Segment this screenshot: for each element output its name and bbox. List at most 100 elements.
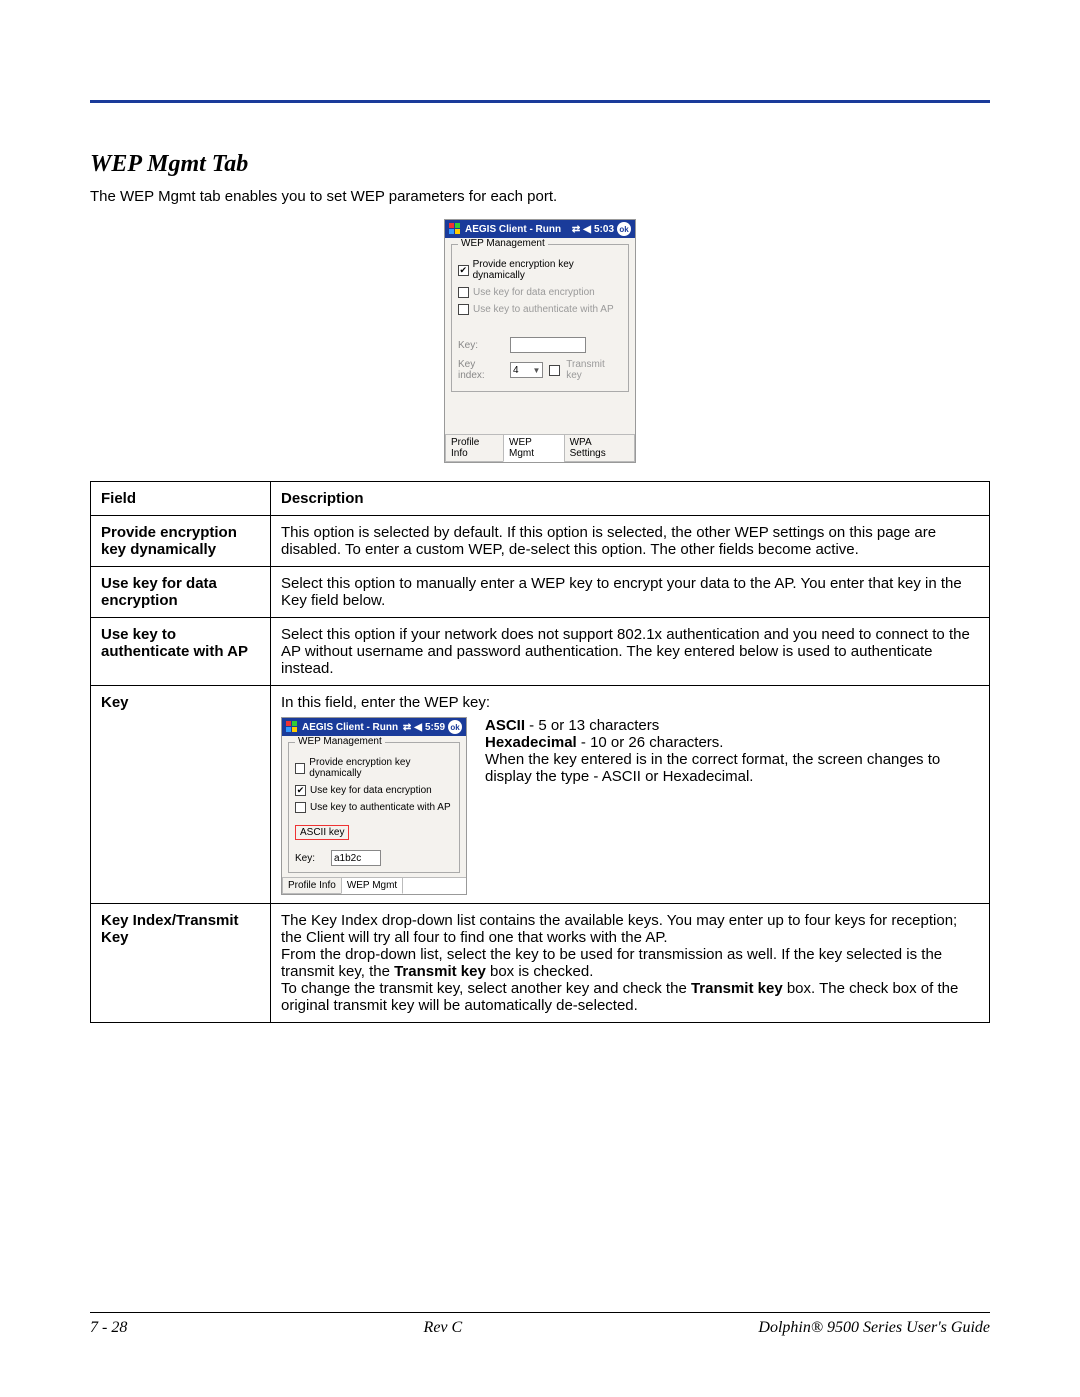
checkbox-row-3[interactable]: Use key to authenticate with AP [295,802,453,813]
tab-wep-mgmt[interactable]: WEP Mgmt [503,435,565,462]
checkbox-icon[interactable] [458,304,469,315]
top-rule [90,100,990,103]
row5-p3a: To change the transmit key, select anoth… [281,980,691,997]
checkbox-label: Provide encryption key dynamically [473,259,622,281]
row5-p2a: From the drop-down list, select the key … [281,946,942,980]
hex-bold: Hexadecimal [485,734,577,751]
sync-icon: ⇄ [572,224,580,235]
key-format-text: ASCII - 5 or 13 characters Hexadecimal -… [485,717,979,785]
field-name: Use key for data encryption [91,567,271,618]
sync-icon: ⇄ [403,722,411,733]
header-field: Field [91,482,271,516]
checkbox-row-2[interactable]: ✔ Use key for data encryption [295,785,453,796]
key-row: Key: a1b2c [295,850,453,866]
tab-wpa-settings[interactable]: WPA Settings [564,435,635,462]
tab-profile-info[interactable]: Profile Info [282,878,342,894]
table-row: Use key for data encryption Select this … [91,567,990,618]
checkbox-label: Use key to authenticate with AP [310,802,451,813]
window-titlebar: AEGIS Client - Runn ⇄ ◀ 5:59 ok [282,718,466,736]
checkbox-row-3[interactable]: Use key to authenticate with AP [458,304,622,315]
volume-icon: ◀ [583,224,591,235]
field-description-table: Field Description Provide encryption key… [90,481,990,1023]
tab-profile-info[interactable]: Profile Info [445,435,504,462]
row5-p3b: Transmit key [691,980,783,997]
checkbox-row-1[interactable]: ✔ Provide encryption key dynamically [458,259,622,281]
device-window-1: AEGIS Client - Runn ⇄ ◀ 5:03 ok WEP Mana… [444,219,636,463]
checkbox-label: Use key for data encryption [310,785,432,796]
status-icons: ⇄ ◀ 5:59 ok [403,720,462,734]
figure-1: AEGIS Client - Runn ⇄ ◀ 5:03 ok WEP Mana… [90,219,990,463]
header-description: Description [271,482,990,516]
transmit-label: Transmit key [566,359,622,381]
status-icons: ⇄ ◀ 5:03 ok [572,222,631,236]
field-name: Provide encryption key dynamically [91,516,271,567]
key-label: Key: [458,340,504,351]
key-row: Key: [458,337,622,353]
footer-rule [90,1312,990,1313]
key-input[interactable]: a1b2c [331,850,381,866]
checkbox-icon[interactable] [295,802,306,813]
field-name: Key [91,686,271,904]
ascii-rest: - 5 or 13 characters [525,717,659,734]
checkbox-row-1[interactable]: Provide encryption key dynamically [295,757,453,779]
field-name: Key Index/Transmit Key [91,904,271,1023]
intro-text: The WEP Mgmt tab enables you to set WEP … [90,188,990,205]
table-row: Key In this field, enter the WEP key: AE… [91,686,990,904]
field-description: This option is selected by default. If t… [271,516,990,567]
section-title: WEP Mgmt Tab [90,151,990,178]
window-body: WEP Management Provide encryption key dy… [282,736,466,877]
clock-value: 5:03 [594,224,614,235]
key-input[interactable] [510,337,586,353]
chevron-down-icon: ▼ [533,366,541,375]
footer-row: 7 - 28 Rev C Dolphin® 9500 Series User's… [90,1319,990,1337]
figure-2-wrap: AEGIS Client - Runn ⇄ ◀ 5:59 ok WEP Mana… [281,717,979,895]
ascii-key-badge: ASCII key [295,825,349,840]
hex-rest: - 10 or 26 characters. [577,734,724,751]
key-index-dropdown[interactable]: 4 ▼ [510,362,543,378]
window-title: AEGIS Client - Runn [302,722,403,733]
checkbox-label: Use key to authenticate with AP [473,304,614,315]
checkbox-label: Use key for data encryption [473,287,595,298]
key-label: Key: [295,853,325,864]
table-row: Provide encryption key dynamically This … [91,516,990,567]
window-titlebar: AEGIS Client - Runn ⇄ ◀ 5:03 ok [445,220,635,238]
clock-value: 5:59 [425,722,445,733]
field-name: Use key to authenticate with AP [91,618,271,686]
checkbox-row-2[interactable]: Use key for data encryption [458,287,622,298]
field-description: In this field, enter the WEP key: AEGIS … [271,686,990,904]
revision: Rev C [424,1319,463,1337]
transmit-checkbox[interactable] [549,365,560,376]
guide-title: Dolphin® 9500 Series User's Guide [758,1319,990,1337]
checkbox-checked-icon[interactable]: ✔ [295,785,306,796]
table-header-row: Field Description [91,482,990,516]
key-intro: In this field, enter the WEP key: [281,694,979,711]
key-index-value: 4 [513,365,519,376]
page: WEP Mgmt Tab The WEP Mgmt tab enables yo… [0,0,1080,1397]
row5-p2b: Transmit key [394,963,486,980]
device-window-2: AEGIS Client - Runn ⇄ ◀ 5:59 ok WEP Mana… [281,717,467,895]
group-legend: WEP Management [295,736,385,747]
table-row: Use key to authenticate with AP Select t… [91,618,990,686]
key-format-rest: When the key entered is in the correct f… [485,751,979,785]
field-description: The Key Index drop-down list contains th… [271,904,990,1023]
tab-bar: Profile Info WEP Mgmt WPA Settings [445,434,635,462]
checkbox-icon[interactable] [295,763,305,774]
windows-logo-icon [286,721,298,733]
row5-p1: The Key Index drop-down list contains th… [281,912,979,946]
tab-bar: Profile Info WEP Mgmt [282,877,466,894]
group-legend: WEP Management [458,238,548,249]
key-index-row: Key index: 4 ▼ Transmit key [458,359,622,381]
row5-p2c: box is checked. [486,963,594,980]
window-body: WEP Management ✔ Provide encryption key … [445,238,635,434]
ok-button[interactable]: ok [617,222,631,236]
checkbox-label: Provide encryption key dynamically [309,757,453,779]
checkbox-icon[interactable] [458,287,469,298]
field-description: Select this option to manually enter a W… [271,567,990,618]
ascii-bold: ASCII [485,717,525,734]
wep-management-group: WEP Management ✔ Provide encryption key … [451,244,629,392]
ok-button[interactable]: ok [448,720,462,734]
field-description: Select this option if your network does … [271,618,990,686]
windows-logo-icon [449,223,461,235]
tab-wep-mgmt[interactable]: WEP Mgmt [341,878,403,894]
checkbox-checked-icon[interactable]: ✔ [458,265,469,276]
